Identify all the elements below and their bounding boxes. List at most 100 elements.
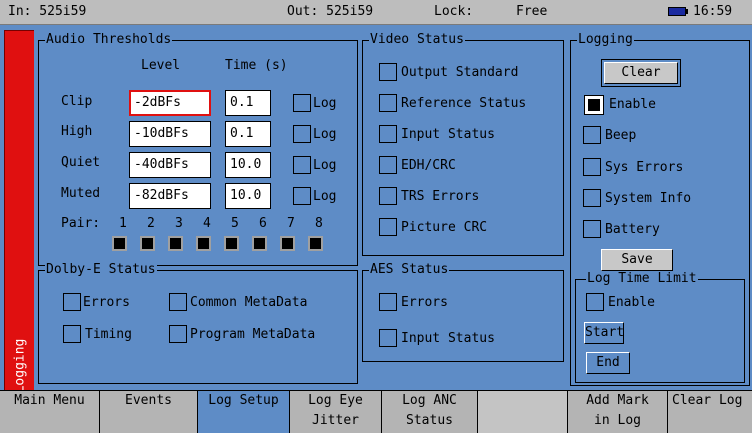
picture-crc-checkbox[interactable] (379, 218, 397, 236)
quiet-time-field[interactable]: 10.0 (225, 152, 271, 178)
pair-3-indicator[interactable] (168, 236, 183, 251)
beep-checkbox[interactable] (583, 126, 601, 144)
menu-log-eye-label: Log Eye (308, 393, 363, 408)
clip-level-field[interactable]: -2dBFs (129, 90, 211, 116)
menu-log-setup[interactable]: Log Setup (198, 391, 290, 433)
log-time-limit-title: Log Time Limit (586, 271, 698, 287)
pair-number-7: 7 (287, 216, 295, 231)
enable-checkbox[interactable] (584, 95, 604, 115)
status-bar: In: 525i59 Out: 525i59 Lock: Free 16:59 (0, 0, 752, 25)
pair-number-6: 6 (259, 216, 267, 231)
dolby-e-status-group: Dolby-E Status Errors Common MetaData Ti… (38, 262, 358, 384)
sys-errors-label: Sys Errors (605, 160, 684, 175)
menu-add-mark-label: Add Mark (586, 393, 649, 408)
row-label-high: High (61, 124, 93, 139)
clear-button[interactable]: Clear (604, 62, 678, 84)
pair-8-indicator[interactable] (308, 236, 323, 251)
lock-label: Lock: (434, 4, 474, 19)
menu-log-anc-status[interactable]: Log ANC Status (382, 391, 478, 433)
battery-checkbox[interactable] (583, 220, 601, 238)
lock-value: Free (516, 4, 548, 19)
system-info-label: System Info (605, 191, 692, 206)
muted-log-label: Log (313, 189, 337, 204)
menu-empty-slot (478, 391, 568, 433)
reference-status-checkbox[interactable] (379, 94, 397, 112)
time-limit-enable-label: Enable (608, 295, 655, 310)
time-limit-enable-checkbox[interactable] (586, 293, 604, 311)
input-format: In: 525i59 (8, 4, 87, 19)
menu-clear-log-label: Clear Log (672, 393, 743, 408)
pair-number-4: 4 (203, 216, 211, 231)
clip-log-checkbox[interactable] (293, 94, 311, 112)
start-button[interactable]: Start (584, 322, 624, 344)
aes-status-group: AES Status Errors Input Status (362, 262, 564, 362)
menu-log-setup-label: Log Setup (208, 393, 279, 408)
dolby-e-status-title: Dolby-E Status (45, 262, 157, 278)
output-standard-checkbox[interactable] (379, 63, 397, 81)
save-button[interactable]: Save (601, 249, 673, 271)
aes-errors-checkbox[interactable] (379, 293, 397, 311)
pair-number-2: 2 (147, 216, 155, 231)
clip-log-label: Log (313, 96, 337, 111)
battery-label: Battery (605, 222, 660, 237)
input-status-label: Input Status (401, 127, 495, 142)
input-status-checkbox[interactable] (379, 125, 397, 143)
high-level-field[interactable]: -10dBFs (129, 121, 211, 147)
common-metadata-checkbox[interactable] (169, 293, 187, 311)
menu-clear-log[interactable]: Clear Log (668, 391, 752, 433)
timing-checkbox[interactable] (63, 325, 81, 343)
quiet-log-label: Log (313, 158, 337, 173)
side-tab-logging[interactable]: Logging (4, 30, 36, 394)
menu-add-mark[interactable]: Add Mark in Log (568, 391, 668, 433)
pair-2-indicator[interactable] (140, 236, 155, 251)
pair-number-3: 3 (175, 216, 183, 231)
timing-label: Timing (85, 327, 132, 342)
pair-7-indicator[interactable] (280, 236, 295, 251)
edh-crc-checkbox[interactable] (379, 156, 397, 174)
pair-1-indicator[interactable] (112, 236, 127, 251)
menu-in-log-label: in Log (594, 413, 641, 428)
side-tab-label: Logging (12, 338, 28, 394)
edh-crc-label: EDH/CRC (401, 158, 456, 173)
pair-6-indicator[interactable] (252, 236, 267, 251)
battery-icon (668, 7, 686, 16)
soft-key-menu: Main Menu Events Log Setup Log Eye Jitter… (0, 390, 752, 433)
output-format: Out: 525i59 (287, 4, 374, 19)
pair-number-1: 1 (119, 216, 127, 231)
main-panel: Audio Thresholds Level Time (s) Clip -2d… (34, 30, 752, 390)
muted-log-checkbox[interactable] (293, 187, 311, 205)
clip-time-field[interactable]: 0.1 (225, 90, 271, 116)
pair-number-5: 5 (231, 216, 239, 231)
system-info-checkbox[interactable] (583, 189, 601, 207)
row-label-quiet: Quiet (61, 155, 101, 170)
menu-main-menu[interactable]: Main Menu (0, 391, 100, 433)
menu-log-eye-jitter[interactable]: Log Eye Jitter (290, 391, 382, 433)
dolby-errors-checkbox[interactable] (63, 293, 81, 311)
dolby-errors-label: Errors (83, 295, 130, 310)
sys-errors-checkbox[interactable] (583, 158, 601, 176)
high-log-label: Log (313, 127, 337, 142)
muted-level-field[interactable]: -82dBFs (129, 183, 211, 209)
trs-errors-label: TRS Errors (401, 189, 480, 204)
pair-5-indicator[interactable] (224, 236, 239, 251)
output-standard-label: Output Standard (401, 65, 519, 80)
high-time-field[interactable]: 0.1 (225, 121, 271, 147)
beep-label: Beep (605, 128, 637, 143)
menu-events[interactable]: Events (100, 391, 198, 433)
pair-4-indicator[interactable] (196, 236, 211, 251)
trs-errors-checkbox[interactable] (379, 187, 397, 205)
high-log-checkbox[interactable] (293, 125, 311, 143)
muted-time-field[interactable]: 10.0 (225, 183, 271, 209)
logging-group: Logging Clear Enable Beep Sys Errors Sys… (570, 32, 750, 386)
end-button[interactable]: End (586, 352, 630, 374)
quiet-level-field[interactable]: -40dBFs (129, 152, 211, 178)
pair-label: Pair: (61, 216, 101, 231)
quiet-log-checkbox[interactable] (293, 156, 311, 174)
common-metadata-label: Common MetaData (190, 295, 308, 310)
program-metadata-checkbox[interactable] (169, 325, 187, 343)
row-label-muted: Muted (61, 186, 101, 201)
clock: 16:59 (693, 4, 733, 19)
level-header: Level (141, 58, 181, 73)
menu-log-anc-label: Log ANC (402, 393, 457, 408)
aes-input-status-checkbox[interactable] (379, 329, 397, 347)
